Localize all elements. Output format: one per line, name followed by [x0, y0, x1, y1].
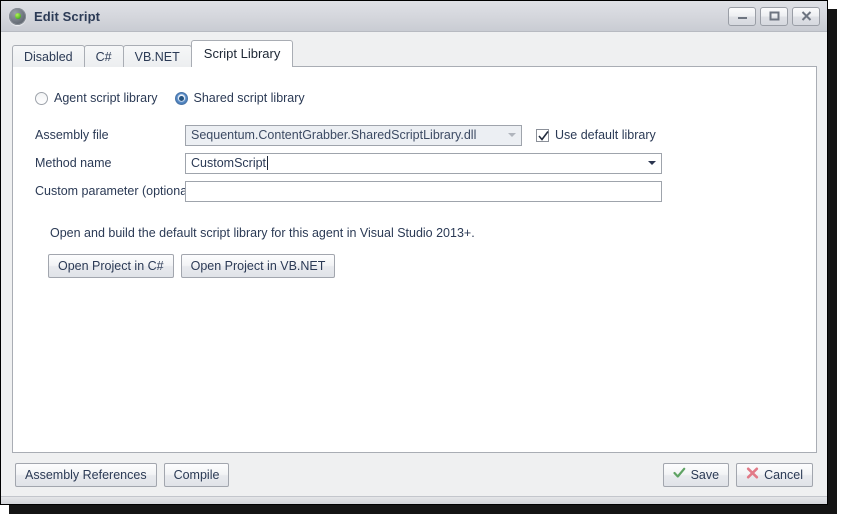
library-scope-group: Agent script library Shared script libra…	[13, 89, 816, 107]
label-custom-parameter: Custom parameter (optional)	[35, 184, 195, 198]
assembly-references-button[interactable]: Assembly References	[15, 463, 157, 487]
row-method-name: Method name CustomScript	[13, 152, 816, 174]
chevron-down-icon[interactable]	[648, 161, 656, 165]
custom-parameter-control	[185, 180, 662, 202]
close-icon[interactable]	[792, 6, 820, 26]
text-caret	[267, 156, 269, 170]
open-project-vbnet-button[interactable]: Open Project in VB.NET	[180, 254, 336, 278]
edit-script-dialog: Edit Script Disabled C# VB.NET Script Li…	[0, 0, 828, 505]
window-controls	[728, 6, 824, 26]
method-name-value: CustomScript	[191, 156, 267, 170]
dialog-footer: Assembly References Compile Save Cancel	[1, 453, 827, 496]
cancel-label: Cancel	[764, 468, 803, 482]
tab-script-library[interactable]: Script Library	[190, 40, 294, 67]
label-method-name: Method name	[35, 156, 112, 170]
tab-strip: Disabled C# VB.NET Script Library	[12, 40, 817, 67]
close-x-icon	[746, 464, 759, 486]
radio-shared-label: Shared script library	[193, 91, 305, 105]
tab-csharp[interactable]: C#	[83, 45, 124, 67]
open-project-csharp-button[interactable]: Open Project in C#	[48, 254, 174, 278]
label-assembly-file: Assembly file	[35, 128, 109, 142]
use-default-library-label: Use default library	[555, 128, 656, 142]
app-circle-icon	[9, 7, 26, 25]
project-buttons: Open Project in C# Open Project in VB.NE…	[13, 240, 816, 278]
method-name-control: CustomScript	[185, 152, 662, 174]
assembly-file-value: Sequentum.ContentGrabber.SharedScriptLib…	[191, 128, 477, 142]
cancel-button[interactable]: Cancel	[736, 463, 813, 487]
assembly-file-combo[interactable]: Sequentum.ContentGrabber.SharedScriptLib…	[185, 124, 522, 146]
script-library-form: Assembly file Sequentum.ContentGrabber.S…	[13, 107, 816, 202]
tab-disabled[interactable]: Disabled	[12, 45, 85, 67]
radio-unchecked-icon	[35, 91, 48, 105]
script-library-panel: Agent script library Shared script libra…	[12, 66, 817, 453]
bottom-strip	[1, 496, 827, 504]
row-custom-parameter: Custom parameter (optional)	[13, 180, 816, 202]
chevron-down-icon	[508, 133, 516, 137]
description-text: Open and build the default script librar…	[50, 226, 475, 240]
panel-wrapper: Agent script library Shared script libra…	[1, 66, 827, 453]
window-title: Edit Script	[34, 8, 101, 24]
radio-shared-script-library[interactable]: Shared script library	[174, 91, 305, 105]
maximize-icon[interactable]	[760, 6, 788, 26]
check-icon	[672, 464, 686, 486]
radio-agent-script-library[interactable]: Agent script library	[35, 91, 158, 105]
footer-left-buttons: Assembly References Compile	[15, 463, 230, 487]
save-label: Save	[690, 468, 720, 482]
compile-button[interactable]: Compile	[163, 463, 230, 487]
minimize-icon[interactable]	[728, 6, 756, 26]
assembly-file-control: Sequentum.ContentGrabber.SharedScriptLib…	[185, 124, 522, 146]
save-button[interactable]: Save	[662, 463, 730, 487]
use-default-library-checkbox[interactable]: Use default library	[536, 128, 656, 142]
custom-parameter-input[interactable]	[185, 180, 662, 202]
row-assembly-file: Assembly file Sequentum.ContentGrabber.S…	[13, 124, 816, 146]
radio-checked-icon	[174, 91, 188, 105]
title-bar[interactable]: Edit Script	[1, 1, 827, 32]
method-name-combo[interactable]: CustomScript	[185, 152, 662, 174]
tab-vbnet[interactable]: VB.NET	[122, 45, 192, 67]
radio-agent-label: Agent script library	[54, 91, 158, 105]
footer-right-buttons: Save Cancel	[662, 463, 813, 487]
tab-strip-area: Disabled C# VB.NET Script Library	[1, 32, 827, 67]
checkbox-checked-icon	[536, 128, 549, 142]
